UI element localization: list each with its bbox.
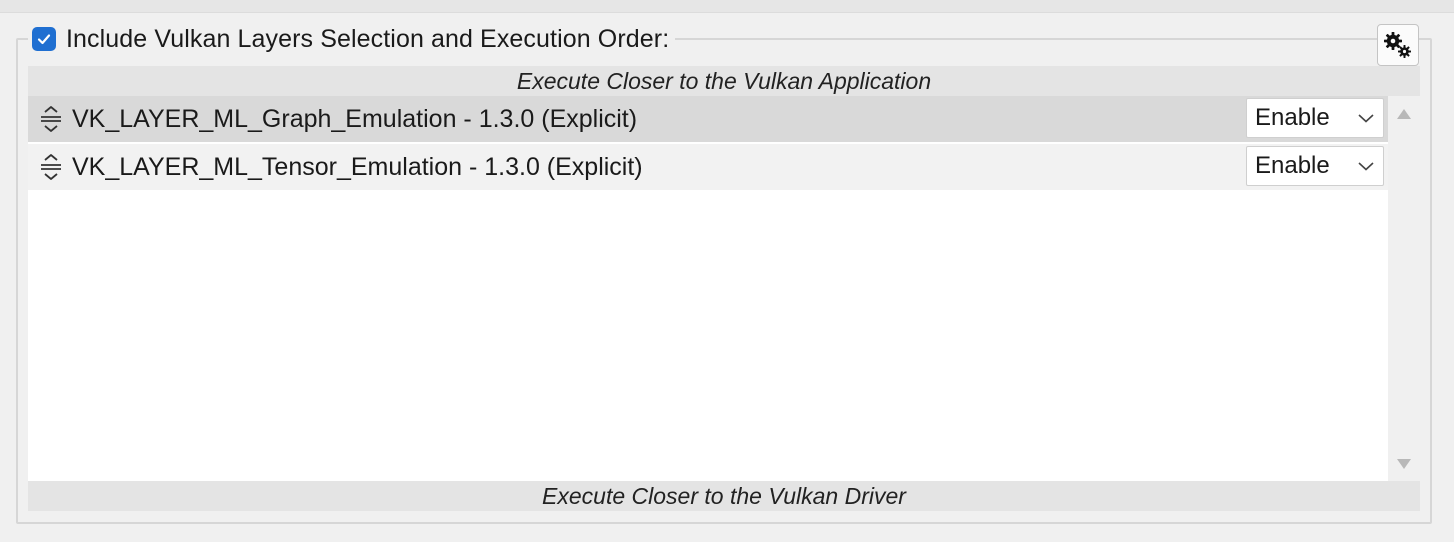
drag-handle-icon[interactable] bbox=[36, 152, 66, 182]
triangle-down-icon bbox=[1397, 459, 1411, 469]
group-title-label: Include Vulkan Layers Selection and Exec… bbox=[66, 24, 670, 53]
layer-row-graph-emulation[interactable]: VK_LAYER_ML_Graph_Emulation - 1.3.0 (Exp… bbox=[28, 96, 1388, 142]
layers-settings-button[interactable] bbox=[1377, 24, 1419, 66]
drag-handle-icon[interactable] bbox=[36, 104, 66, 134]
layer-mode-value: Enable bbox=[1255, 104, 1330, 131]
triangle-up-icon bbox=[1397, 109, 1411, 119]
layer-mode-value: Enable bbox=[1255, 152, 1330, 179]
scroll-down-button[interactable] bbox=[1394, 454, 1414, 474]
layer-mode-select[interactable]: Enable bbox=[1246, 146, 1384, 186]
checkmark-icon bbox=[37, 34, 51, 45]
layers-list[interactable]: VK_LAYER_ML_Graph_Emulation - 1.3.0 (Exp… bbox=[28, 96, 1388, 481]
list-scrollbar[interactable] bbox=[1388, 96, 1420, 481]
layer-name: VK_LAYER_ML_Graph_Emulation - 1.3.0 (Exp… bbox=[72, 104, 638, 133]
include-layers-checkbox[interactable] bbox=[32, 27, 56, 51]
execute-closer-application-label: Execute Closer to the Vulkan Application bbox=[28, 66, 1420, 96]
scroll-up-button[interactable] bbox=[1394, 104, 1414, 124]
gears-icon bbox=[1384, 32, 1411, 58]
layer-mode-select[interactable]: Enable bbox=[1246, 98, 1384, 138]
top-strip bbox=[0, 0, 1454, 13]
chevron-down-icon bbox=[1358, 162, 1374, 171]
layer-row-tensor-emulation[interactable]: VK_LAYER_ML_Tensor_Emulation - 1.3.0 (Ex… bbox=[28, 144, 1388, 190]
execute-closer-driver-label: Execute Closer to the Vulkan Driver bbox=[28, 481, 1420, 511]
group-title: Include Vulkan Layers Selection and Exec… bbox=[28, 22, 676, 56]
layer-name: VK_LAYER_ML_Tensor_Emulation - 1.3.0 (Ex… bbox=[72, 152, 643, 181]
chevron-down-icon bbox=[1358, 114, 1374, 123]
